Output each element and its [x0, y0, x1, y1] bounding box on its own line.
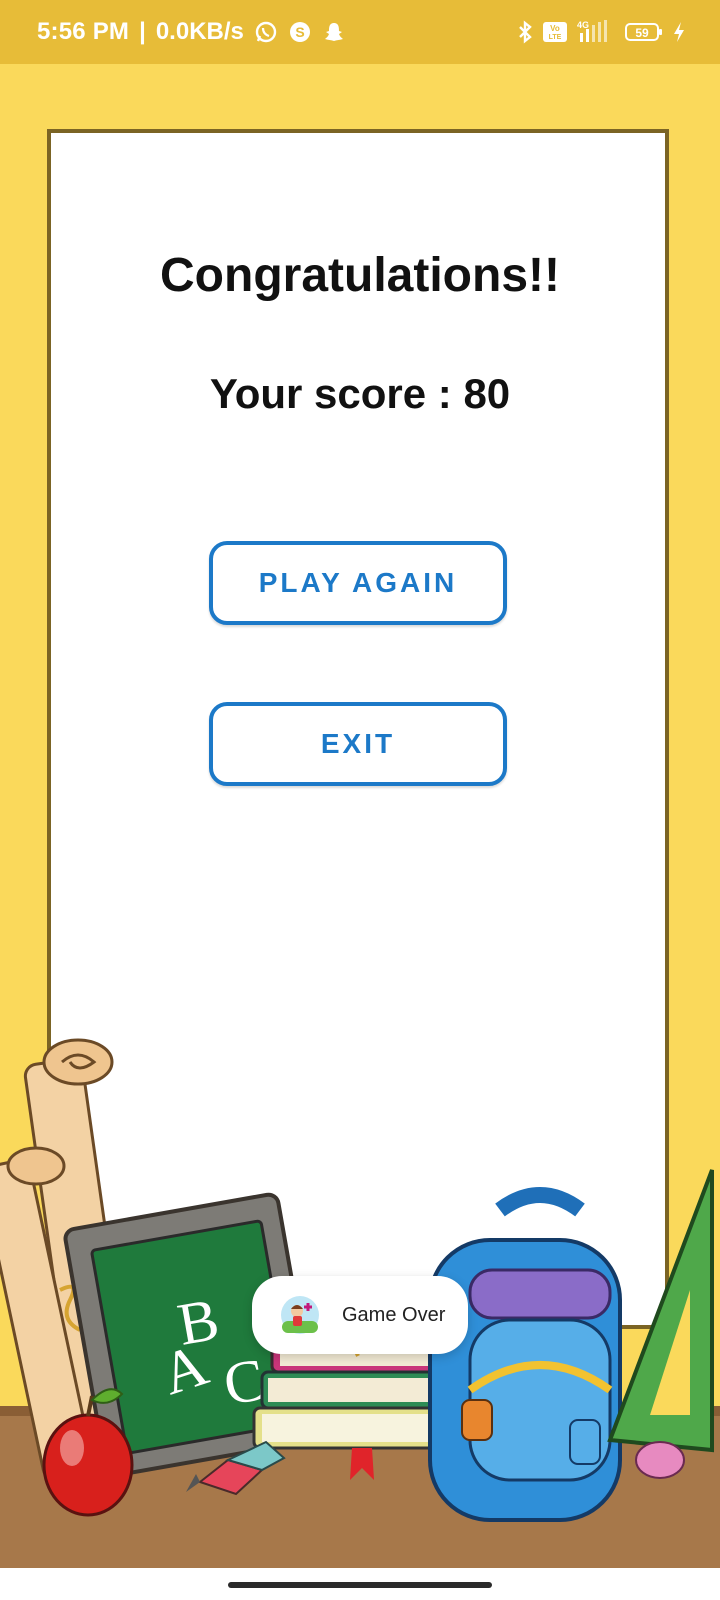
- backpack-icon: [428, 1187, 622, 1522]
- status-bar-left: 5:56 PM | 0.0KB/s S: [37, 18, 346, 46]
- svg-text:LTE: LTE: [549, 34, 562, 41]
- status-separator: |: [139, 18, 146, 45]
- battery-level: 59: [635, 26, 649, 40]
- whatsapp-icon: [254, 20, 278, 44]
- bluetooth-icon: [516, 20, 534, 44]
- volte-icon: Vo LTE: [542, 20, 568, 44]
- play-again-button[interactable]: PLAY AGAIN: [209, 541, 507, 625]
- exit-button[interactable]: EXIT: [209, 702, 507, 786]
- toast-notification: Game Over: [252, 1276, 468, 1354]
- app-icon: [281, 1296, 319, 1334]
- toast-message: Game Over: [342, 1303, 446, 1326]
- status-time: 5:56 PM: [37, 18, 130, 45]
- network-type-label: 4G: [577, 20, 589, 30]
- status-bar: 5:56 PM | 0.0KB/s S Vo LTE 4G 59: [0, 0, 720, 64]
- svg-text:S: S: [295, 24, 304, 40]
- score-text: Your score : 80: [209, 370, 511, 417]
- home-gesture-handle[interactable]: [228, 1582, 492, 1588]
- charging-icon: [672, 20, 686, 44]
- snapchat-icon: [322, 20, 346, 44]
- signal-4g-icon: 4G: [576, 19, 616, 45]
- skype-icon: S: [288, 20, 312, 44]
- status-bar-right: Vo LTE 4G 59: [516, 19, 686, 45]
- svg-text:Vo: Vo: [550, 24, 560, 33]
- status-network-speed: 0.0KB/s: [155, 18, 244, 45]
- set-square-icon: [607, 1169, 714, 1479]
- congratulations-title: Congratulations!!: [160, 249, 560, 302]
- battery-icon: 59: [624, 20, 664, 44]
